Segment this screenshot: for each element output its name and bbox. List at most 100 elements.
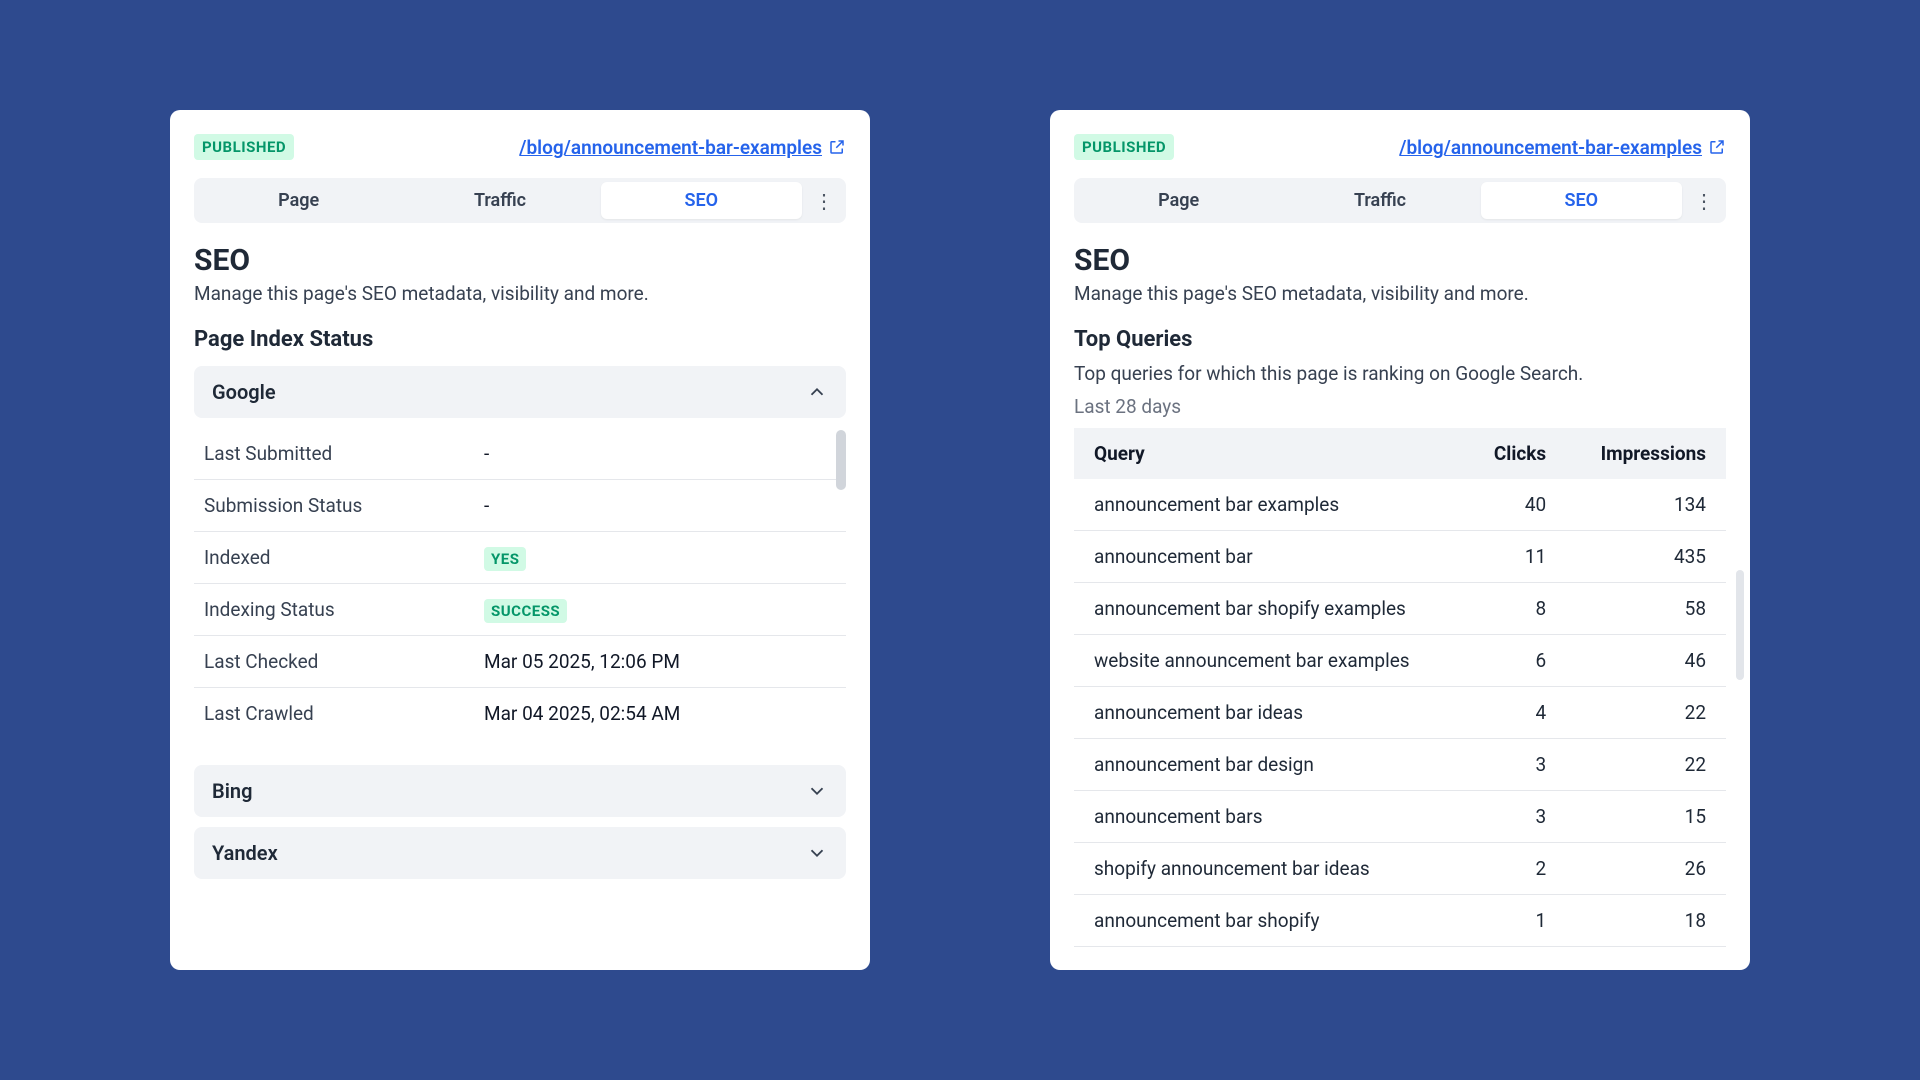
external-link-icon: [828, 138, 846, 156]
section-subtitle: Manage this page's SEO metadata, visibil…: [194, 282, 846, 305]
tab-bar: Page Traffic SEO ⋮: [1074, 178, 1726, 223]
section-title: SEO: [194, 243, 846, 278]
cell-clicks: 6: [1465, 635, 1566, 687]
page-url-link[interactable]: /blog/announcement-bar-examples: [1399, 136, 1726, 159]
period-label: Last 28 days: [1074, 395, 1726, 418]
table-row: announcement bar design322: [1074, 739, 1726, 791]
cell-clicks: 40: [1465, 479, 1566, 531]
cell-query: announcement bar examples: [1074, 479, 1465, 531]
more-menu-button[interactable]: ⋮: [806, 183, 842, 219]
google-details: Last Submitted - Submission Status - Ind…: [194, 428, 846, 739]
indexed-badge: YES: [484, 547, 526, 571]
accordion-google[interactable]: Google: [194, 366, 846, 418]
col-clicks: Clicks: [1465, 428, 1566, 479]
cell-impressions: 22: [1566, 739, 1726, 791]
indexing-status-badge: SUCCESS: [484, 599, 567, 623]
table-row: shopify announcement bar ideas226: [1074, 843, 1726, 895]
detail-row: Submission Status -: [194, 480, 846, 532]
cell-impressions: 435: [1566, 531, 1726, 583]
detail-value: Mar 05 2025, 12:06 PM: [484, 650, 680, 673]
tab-traffic[interactable]: Traffic: [1279, 182, 1480, 219]
table-row: announcement bars315: [1074, 791, 1726, 843]
chevron-down-icon: [806, 780, 828, 802]
chevron-up-icon: [806, 381, 828, 403]
col-query: Query: [1074, 428, 1465, 479]
status-badge: PUBLISHED: [1074, 134, 1174, 160]
page-url-link[interactable]: /blog/announcement-bar-examples: [519, 136, 846, 159]
detail-row: Last Crawled Mar 04 2025, 02:54 AM: [194, 688, 846, 739]
cell-query: announcement bar ideas: [1074, 687, 1465, 739]
cell-clicks: 8: [1465, 583, 1566, 635]
seo-card-top-queries: PUBLISHED /blog/announcement-bar-example…: [1050, 110, 1750, 970]
queries-subtitle: Top queries for which this page is ranki…: [1074, 362, 1726, 385]
card-header: PUBLISHED /blog/announcement-bar-example…: [1074, 134, 1726, 160]
cell-impressions: 18: [1566, 895, 1726, 947]
status-badge: PUBLISHED: [194, 134, 294, 160]
accordion-yandex[interactable]: Yandex: [194, 827, 846, 879]
detail-value: SUCCESS: [484, 598, 567, 621]
table-row: announcement bar shopify examples858: [1074, 583, 1726, 635]
detail-value: -: [484, 494, 489, 517]
cell-impressions: 46: [1566, 635, 1726, 687]
cell-clicks: 4: [1465, 687, 1566, 739]
cell-query: announcement bar shopify: [1074, 895, 1465, 947]
cell-impressions: 15: [1566, 791, 1726, 843]
tab-page[interactable]: Page: [1078, 182, 1279, 219]
accordion-label: Yandex: [212, 841, 278, 865]
detail-value: Mar 04 2025, 02:54 AM: [484, 702, 680, 725]
cell-query: website announcement bar examples: [1074, 635, 1465, 687]
accordion-label: Bing: [212, 779, 252, 803]
detail-label: Last Crawled: [204, 702, 484, 725]
table-row: announcement bar ideas422: [1074, 687, 1726, 739]
detail-value: YES: [484, 546, 526, 569]
section-subtitle: Manage this page's SEO metadata, visibil…: [1074, 282, 1726, 305]
tab-traffic[interactable]: Traffic: [399, 182, 600, 219]
detail-label: Submission Status: [204, 494, 484, 517]
cell-query: announcement bar design: [1074, 739, 1465, 791]
tab-page[interactable]: Page: [198, 182, 399, 219]
tab-bar: Page Traffic SEO ⋮: [194, 178, 846, 223]
cell-impressions: 134: [1566, 479, 1726, 531]
tab-seo[interactable]: SEO: [1481, 182, 1682, 219]
detail-row: Indexing Status SUCCESS: [194, 584, 846, 636]
accordion-bing[interactable]: Bing: [194, 765, 846, 817]
detail-value: -: [484, 442, 489, 465]
detail-label: Indexing Status: [204, 598, 484, 621]
scrollbar-thumb[interactable]: [836, 430, 846, 490]
card-header: PUBLISHED /blog/announcement-bar-example…: [194, 134, 846, 160]
cell-query: announcement bar shopify examples: [1074, 583, 1465, 635]
cell-query: announcement bars: [1074, 791, 1465, 843]
cell-impressions: 22: [1566, 687, 1726, 739]
detail-label: Last Submitted: [204, 442, 484, 465]
page-url-text: /blog/announcement-bar-examples: [519, 136, 822, 159]
seo-card-index-status: PUBLISHED /blog/announcement-bar-example…: [170, 110, 870, 970]
section-title: SEO: [1074, 243, 1726, 278]
detail-label: Last Checked: [204, 650, 484, 673]
table-row: website announcement bar examples646: [1074, 635, 1726, 687]
more-vertical-icon: ⋮: [1694, 189, 1714, 213]
detail-row: Last Submitted -: [194, 428, 846, 480]
chevron-down-icon: [806, 842, 828, 864]
col-impressions: Impressions: [1566, 428, 1726, 479]
cell-clicks: 1: [1465, 895, 1566, 947]
queries-table: Query Clicks Impressions announcement ba…: [1074, 428, 1726, 947]
scrollbar-thumb[interactable]: [1736, 570, 1744, 680]
queries-title: Top Queries: [1074, 327, 1726, 352]
table-header-row: Query Clicks Impressions: [1074, 428, 1726, 479]
more-menu-button[interactable]: ⋮: [1686, 183, 1722, 219]
cell-clicks: 11: [1465, 531, 1566, 583]
page-url-text: /blog/announcement-bar-examples: [1399, 136, 1702, 159]
tab-seo[interactable]: SEO: [601, 182, 802, 219]
table-row: announcement bar shopify118: [1074, 895, 1726, 947]
detail-row: Last Checked Mar 05 2025, 12:06 PM: [194, 636, 846, 688]
cell-clicks: 3: [1465, 791, 1566, 843]
detail-label: Indexed: [204, 546, 484, 569]
cell-clicks: 3: [1465, 739, 1566, 791]
cell-impressions: 58: [1566, 583, 1726, 635]
cell-clicks: 2: [1465, 843, 1566, 895]
detail-row: Indexed YES: [194, 532, 846, 584]
table-row: announcement bar examples40134: [1074, 479, 1726, 531]
accordion-label: Google: [212, 380, 276, 404]
cell-query: announcement bar: [1074, 531, 1465, 583]
index-status-title: Page Index Status: [194, 327, 846, 352]
